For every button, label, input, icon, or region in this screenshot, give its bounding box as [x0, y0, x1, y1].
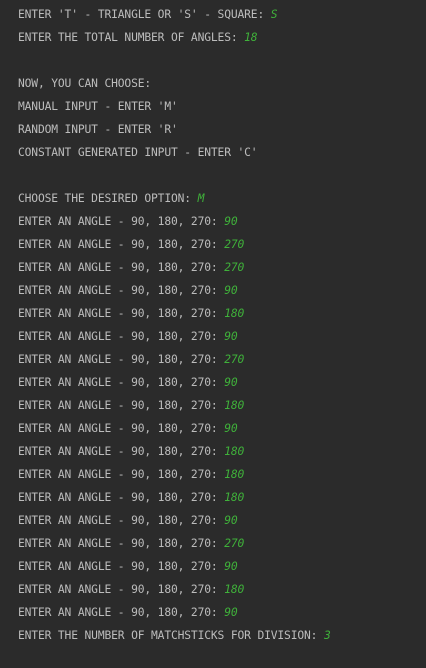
console-user-input: 270: [224, 537, 245, 550]
console-line: ENTER AN ANGLE - 90, 180, 270: 90: [18, 371, 426, 394]
console-user-input: 180: [224, 491, 245, 504]
console-prompt-text: ENTER AN ANGLE - 90, 180, 270:: [18, 261, 225, 274]
console-prompt-text: CONSTANT GENERATED INPUT - ENTER 'C': [18, 146, 258, 159]
console-line: ENTER AN ANGLE - 90, 180, 270: 90: [18, 601, 426, 624]
console-prompt-text: ENTER 'T' - TRIANGLE OR 'S' - SQUARE:: [18, 8, 271, 21]
console-user-input: M: [197, 192, 205, 205]
console-user-input: 90: [224, 560, 238, 573]
console-line: ENTER THE NUMBER OF MATCHSTICKS FOR DIVI…: [18, 624, 426, 647]
console-line: ENTER AN ANGLE - 90, 180, 270: 90: [18, 210, 426, 233]
console-line: ENTER 'T' - TRIANGLE OR 'S' - SQUARE: S: [18, 3, 426, 26]
console-prompt-text: ENTER AN ANGLE - 90, 180, 270:: [18, 399, 225, 412]
console-line: ENTER AN ANGLE - 90, 180, 270: 180: [18, 578, 426, 601]
console-user-input: 180: [224, 583, 245, 596]
console-line: ENTER AN ANGLE - 90, 180, 270: 90: [18, 279, 426, 302]
console-prompt-text: RANDOM INPUT - ENTER 'R': [18, 123, 178, 136]
console-line: ENTER AN ANGLE - 90, 180, 270: 90: [18, 509, 426, 532]
console-line: ENTER THE TOTAL NUMBER OF ANGLES: 18: [18, 26, 426, 49]
console-line: ENTER AN ANGLE - 90, 180, 270: 180: [18, 486, 426, 509]
console-user-input: 90: [224, 606, 238, 619]
console-user-input: 180: [224, 307, 245, 320]
console-prompt-text: ENTER AN ANGLE - 90, 180, 270:: [18, 537, 225, 550]
console-user-input: 18: [244, 31, 258, 44]
console-prompt-text: ENTER AN ANGLE - 90, 180, 270:: [18, 606, 225, 619]
console-line: ENTER AN ANGLE - 90, 180, 270: 270: [18, 532, 426, 555]
console-prompt-text: ENTER AN ANGLE - 90, 180, 270:: [18, 560, 225, 573]
console-prompt-text: ENTER AN ANGLE - 90, 180, 270:: [18, 330, 225, 343]
console-user-input: 90: [224, 284, 238, 297]
console-user-input: 90: [224, 330, 238, 343]
console-user-input: 180: [224, 445, 245, 458]
console-prompt-text: ENTER AN ANGLE - 90, 180, 270:: [18, 422, 225, 435]
console-line: ENTER AN ANGLE - 90, 180, 270: 270: [18, 233, 426, 256]
console-user-input: 270: [224, 353, 245, 366]
console-output: ENTER 'T' - TRIANGLE OR 'S' - SQUARE: SE…: [0, 0, 426, 668]
console-user-input: 90: [224, 514, 238, 527]
console-prompt-text: ENTER AN ANGLE - 90, 180, 270:: [18, 468, 225, 481]
console-user-input: S: [270, 8, 278, 21]
console-prompt-text: ENTER AN ANGLE - 90, 180, 270:: [18, 376, 225, 389]
console-user-input: 90: [224, 215, 238, 228]
console-user-input: 90: [224, 376, 238, 389]
console-prompt-text: ENTER THE TOTAL NUMBER OF ANGLES:: [18, 31, 245, 44]
console-line: ENTER AN ANGLE - 90, 180, 270: 270: [18, 348, 426, 371]
console-line: ENTER AN ANGLE - 90, 180, 270: 270: [18, 256, 426, 279]
console-line: MANUAL INPUT - ENTER 'M': [18, 95, 426, 118]
console-prompt-text: ENTER AN ANGLE - 90, 180, 270:: [18, 353, 225, 366]
console-user-input: 90: [224, 422, 238, 435]
console-prompt-text: ENTER AN ANGLE - 90, 180, 270:: [18, 583, 225, 596]
console-prompt-text: MANUAL INPUT - ENTER 'M': [18, 100, 178, 113]
console-user-input: 270: [224, 261, 245, 274]
console-line: ENTER AN ANGLE - 90, 180, 270: 180: [18, 463, 426, 486]
console-prompt-text: ENTER AN ANGLE - 90, 180, 270:: [18, 514, 225, 527]
console-user-input: 180: [224, 468, 245, 481]
console-prompt-text: ENTER AN ANGLE - 90, 180, 270:: [18, 284, 225, 297]
console-line: ENTER AN ANGLE - 90, 180, 270: 180: [18, 394, 426, 417]
console-prompt-text: CHOOSE THE DESIRED OPTION:: [18, 192, 198, 205]
console-prompt-text: ENTER THE NUMBER OF MATCHSTICKS FOR DIVI…: [18, 629, 324, 642]
console-prompt-text: ENTER AN ANGLE - 90, 180, 270:: [18, 215, 225, 228]
console-line: RANDOM INPUT - ENTER 'R': [18, 118, 426, 141]
console-user-input: 3: [323, 629, 331, 642]
console-line: NOW, YOU CAN CHOOSE:: [18, 72, 426, 95]
console-line: ENTER AN ANGLE - 90, 180, 270: 90: [18, 555, 426, 578]
console-prompt-text: NOW, YOU CAN CHOOSE:: [18, 77, 152, 90]
console-prompt-text: ENTER AN ANGLE - 90, 180, 270:: [18, 238, 225, 251]
console-line: CONSTANT GENERATED INPUT - ENTER 'C': [18, 141, 426, 164]
console-line: ENTER AN ANGLE - 90, 180, 270: 90: [18, 325, 426, 348]
console-prompt-text: ENTER AN ANGLE - 90, 180, 270:: [18, 307, 225, 320]
console-line: ENTER AN ANGLE - 90, 180, 270: 180: [18, 302, 426, 325]
console-line: ENTER AN ANGLE - 90, 180, 270: 180: [18, 440, 426, 463]
console-prompt-text: ENTER AN ANGLE - 90, 180, 270:: [18, 491, 225, 504]
console-user-input: 270: [224, 238, 245, 251]
console-prompt-text: ENTER AN ANGLE - 90, 180, 270:: [18, 445, 225, 458]
console-line: CHOOSE THE DESIRED OPTION: M: [18, 187, 426, 210]
console-user-input: 180: [224, 399, 245, 412]
console-line: ENTER AN ANGLE - 90, 180, 270: 90: [18, 417, 426, 440]
